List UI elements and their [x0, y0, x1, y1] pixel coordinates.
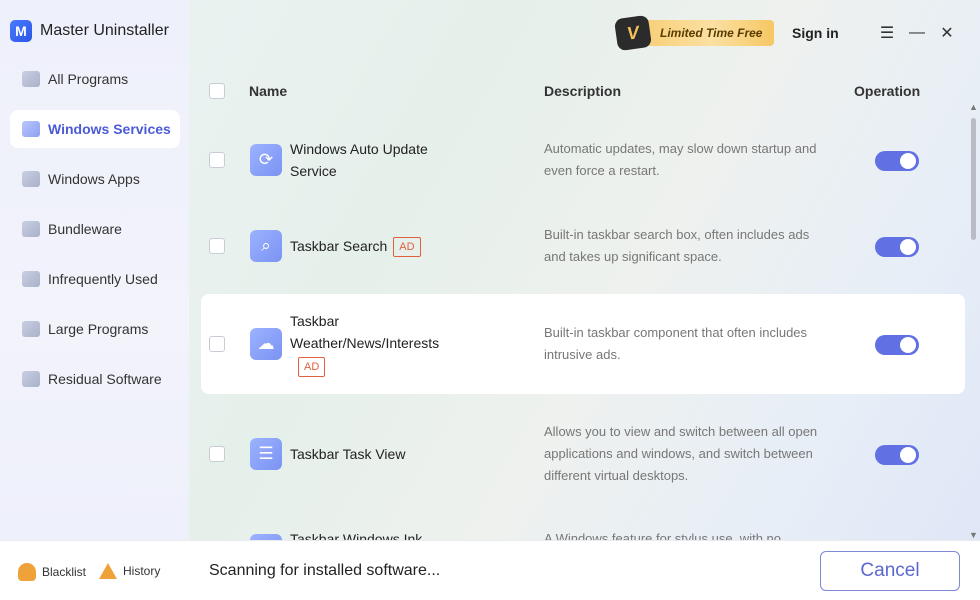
- sidebar-item-residual-software[interactable]: Residual Software: [10, 360, 180, 398]
- vip-icon: V: [613, 14, 653, 52]
- blacklist-button[interactable]: Blacklist: [18, 563, 86, 581]
- sidebar-item-label: Windows Apps: [48, 171, 140, 187]
- row-description: Allows you to view and switch between al…: [544, 424, 818, 483]
- table-row: ✎ Taskbar Windows Ink A Windows feature …: [201, 520, 965, 540]
- ad-badge: AD: [393, 237, 421, 258]
- select-all-checkbox[interactable]: [209, 83, 225, 99]
- table-row: ⌕ Taskbar Search AD Built-in taskbar sear…: [201, 206, 965, 286]
- cube-icon: [22, 371, 40, 387]
- main-panel: V Limited Time Free Sign in ☰ — ✕ Name D…: [189, 0, 980, 540]
- menu-icon[interactable]: ☰: [876, 22, 898, 44]
- table-row: ☰ Taskbar Task View Allows you to view a…: [201, 410, 965, 500]
- cloud-icon: ☁: [250, 328, 282, 360]
- promo-label: Limited Time Free: [660, 26, 763, 40]
- trash-icon: [22, 271, 40, 287]
- history-label: History: [123, 564, 161, 578]
- app-title: Master Uninstaller: [40, 22, 169, 39]
- row-checkbox[interactable]: [209, 336, 225, 352]
- link-icon: [22, 221, 40, 237]
- row-name: Taskbar Search AD: [290, 235, 490, 258]
- service-toggle[interactable]: [875, 335, 919, 355]
- ghost-icon: [18, 563, 36, 581]
- footer: Blacklist History Scanning for installed…: [0, 540, 980, 600]
- warning-icon: [99, 563, 117, 579]
- row-description: Built-in taskbar search box, often inclu…: [544, 227, 810, 264]
- folder-icon: [22, 321, 40, 337]
- row-description: Automatic updates, may slow down startup…: [544, 141, 817, 178]
- row-name: Windows Auto Update Service: [290, 141, 428, 179]
- row-checkbox[interactable]: [209, 238, 225, 254]
- sidebar-item-large-programs[interactable]: Large Programs: [10, 310, 180, 348]
- sidebar-item-windows-services[interactable]: Windows Services: [10, 110, 180, 148]
- service-toggle[interactable]: [875, 237, 919, 257]
- cancel-button[interactable]: Cancel: [820, 551, 960, 591]
- sidebar-item-infrequently-used[interactable]: Infrequently Used: [10, 260, 180, 298]
- column-header-operation: Operation: [854, 83, 921, 99]
- sign-in-button[interactable]: Sign in: [792, 25, 839, 41]
- table-header: Name Description Operation: [189, 80, 949, 102]
- scroll-thumb[interactable]: [971, 118, 976, 240]
- column-header-name: Name: [249, 83, 288, 99]
- sidebar: M Master Uninstaller All Programs Window…: [0, 0, 189, 540]
- windows-icon: [22, 121, 40, 137]
- service-toggle[interactable]: [875, 445, 919, 465]
- limited-time-free-button[interactable]: V Limited Time Free: [613, 14, 774, 52]
- search-icon: ⌕: [250, 230, 282, 262]
- sidebar-item-label: Bundleware: [48, 221, 122, 237]
- sidebar-item-windows-apps[interactable]: Windows Apps: [10, 160, 180, 198]
- close-icon[interactable]: ✕: [936, 22, 958, 44]
- row-name: Taskbar Windows Ink: [290, 531, 423, 540]
- row-checkbox[interactable]: [209, 152, 225, 168]
- ad-badge: AD: [298, 357, 326, 378]
- sidebar-item-label: Residual Software: [48, 371, 162, 387]
- row-name-text: Taskbar Search: [290, 238, 388, 254]
- row-name-text: Taskbar Weather/News/Interests: [290, 313, 440, 351]
- sidebar-item-label: Infrequently Used: [48, 271, 158, 287]
- sidebar-item-label: Large Programs: [48, 321, 149, 337]
- row-checkbox[interactable]: [209, 446, 225, 462]
- column-header-description: Description: [544, 83, 622, 99]
- table-row: ⟳ Windows Auto Update Service Automatic …: [201, 120, 965, 200]
- row-description: Built-in taskbar component that often in…: [544, 325, 808, 362]
- sidebar-item-label: Windows Services: [48, 121, 171, 137]
- row-name: Taskbar Weather/News/Interests AD: [290, 310, 460, 378]
- scroll-down-icon[interactable]: ▼: [969, 530, 978, 540]
- scroll-up-icon[interactable]: ▲: [969, 102, 978, 112]
- table-row: ☁ Taskbar Weather/News/Interests AD Buil…: [201, 294, 965, 394]
- sidebar-item-bundleware[interactable]: Bundleware: [10, 210, 180, 248]
- monitor-icon: [22, 71, 40, 87]
- refresh-icon: ⟳: [250, 144, 282, 176]
- blacklist-label: Blacklist: [42, 565, 87, 579]
- brand: M Master Uninstaller: [10, 20, 169, 42]
- history-button[interactable]: History: [99, 563, 160, 579]
- apps-grid-icon: [22, 171, 40, 187]
- service-toggle[interactable]: [875, 151, 919, 171]
- app-logo-icon: M: [10, 20, 32, 42]
- row-description: A Windows feature for stylus use, with n…: [544, 531, 781, 540]
- row-name: Taskbar Task View: [290, 446, 406, 462]
- sidebar-item-all-programs[interactable]: All Programs: [10, 60, 180, 98]
- topbar: V Limited Time Free Sign in ☰ — ✕: [613, 14, 980, 52]
- minimize-icon[interactable]: —: [906, 22, 928, 44]
- vertical-scrollbar[interactable]: ▲ ▼: [968, 100, 978, 540]
- scan-status: Scanning for installed software...: [209, 562, 441, 579]
- sidebar-item-label: All Programs: [48, 71, 129, 87]
- sidebar-nav: All Programs Windows Services Windows Ap…: [10, 60, 180, 410]
- task-view-icon: ☰: [250, 438, 282, 470]
